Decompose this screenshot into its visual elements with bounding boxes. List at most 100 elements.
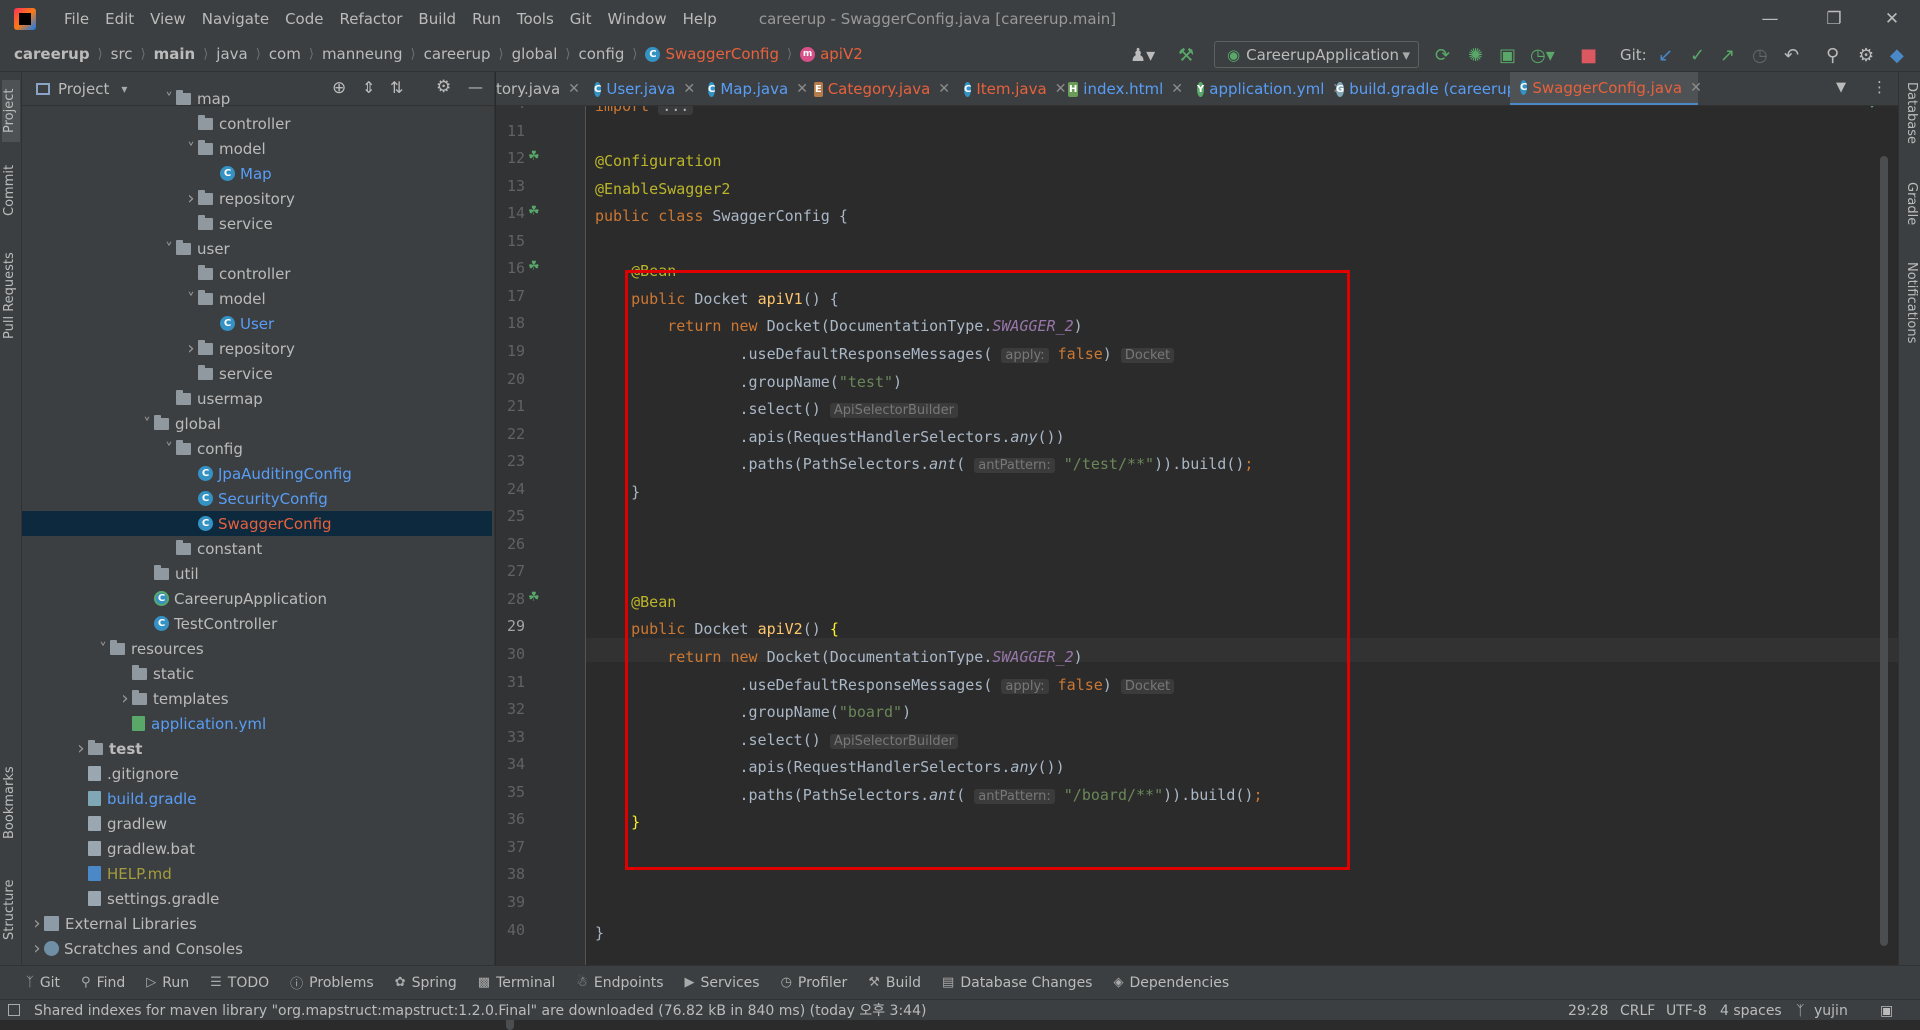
tree-item[interactable]: ˅ model (22, 286, 492, 311)
tree-item[interactable]: › Scratches and Consoles (22, 936, 492, 961)
tree-item[interactable]: ˅ global (22, 411, 492, 436)
bean-method-icon[interactable]: ☘ (528, 590, 540, 605)
breadcrumb-item[interactable]: com (269, 45, 301, 63)
breadcrumb-item[interactable]: manneung (322, 45, 403, 63)
commit-tool-tab[interactable]: Commit (2, 160, 20, 220)
chevron-down-icon[interactable]: ˅ (162, 90, 176, 108)
tree-item[interactable]: gradlew (22, 811, 492, 836)
coverage-icon[interactable]: ▣ (1499, 45, 1516, 66)
menu-file[interactable]: File (56, 10, 97, 28)
tree-item[interactable]: › repository (22, 186, 492, 211)
editor-tab[interactable]: C Map.java ✕ (698, 72, 808, 105)
close-icon[interactable]: ✕ (1864, 0, 1920, 37)
tree-item[interactable]: C SecurityConfig (22, 486, 492, 511)
chevron-right-icon[interactable]: › (30, 938, 44, 959)
tree-item[interactable]: › templates (22, 686, 492, 711)
editor-tab[interactable]: E Category.java ✕ (804, 72, 950, 105)
tree-item[interactable]: C JpaAuditingConfig (22, 461, 492, 486)
panel-toggle-icon[interactable] (8, 1004, 20, 1016)
tree-item[interactable]: C CareerupApplication (22, 586, 492, 611)
tree-item[interactable]: static (22, 661, 492, 686)
git-update-icon[interactable]: ↙ (1658, 45, 1673, 66)
rerun-icon[interactable]: ⟳ (1435, 45, 1450, 66)
chevron-down-icon[interactable]: ˅ (162, 440, 176, 458)
chevron-right-icon[interactable]: › (30, 913, 44, 934)
user-icon[interactable]: ♟▾ (1130, 45, 1155, 66)
find-tool[interactable]: ⚲ Find (81, 975, 125, 991)
tree-item[interactable]: › test (22, 736, 492, 761)
search-icon[interactable]: ⚲ (1826, 45, 1839, 66)
caret-position[interactable]: 29:28 (1568, 1000, 1608, 1021)
tree-item[interactable]: C User (22, 311, 492, 336)
menu-help[interactable]: Help (675, 10, 725, 28)
hammer-icon[interactable]: ⚒ (1178, 45, 1194, 66)
chevron-right-icon[interactable]: › (74, 738, 88, 759)
tree-item[interactable]: C Map (22, 161, 492, 186)
profiler-tool[interactable]: ◷ Profiler (781, 975, 848, 991)
endpoints-tool[interactable]: ☃ Endpoints (576, 975, 663, 991)
rollback-icon[interactable]: ↶ (1784, 45, 1799, 66)
breadcrumb-item[interactable]: src (111, 45, 133, 63)
tree-item[interactable]: ˅ config (22, 436, 492, 461)
tree-item[interactable]: controller (22, 261, 492, 286)
tab-close-icon[interactable]: ✕ (938, 81, 950, 97)
tab-close-icon[interactable]: ✕ (683, 81, 695, 97)
chevron-right-icon[interactable]: › (184, 338, 198, 359)
menu-edit[interactable]: Edit (97, 10, 142, 28)
git-branch[interactable]: yujin (1814, 1000, 1848, 1021)
tree-item[interactable]: gradlew.bat (22, 836, 492, 861)
menu-build[interactable]: Build (410, 10, 464, 28)
editor-tab[interactable]: Hindex.html ✕ (1058, 72, 1183, 105)
stop-icon[interactable]: ■ (1580, 45, 1597, 66)
menu-tools[interactable]: Tools (509, 10, 562, 28)
tree-item[interactable]: › External Libraries (22, 911, 492, 936)
git-push-icon[interactable]: ↗ (1720, 45, 1735, 66)
structure-tool-tab[interactable]: Structure (2, 867, 20, 952)
breadcrumb-item[interactable]: careerup (424, 45, 491, 63)
tree-item[interactable]: application.yml (22, 711, 492, 736)
menu-refactor[interactable]: Refactor (331, 10, 410, 28)
chevron-down-icon[interactable]: ▼ (1836, 80, 1846, 95)
minimize-icon[interactable]: — (1742, 0, 1798, 37)
editor-tab[interactable]: C Item.java ✕ (954, 72, 1066, 105)
inspection-ok-icon[interactable]: ✓ (1868, 106, 1881, 113)
build-tool[interactable]: ⚒ Build (868, 975, 921, 991)
chevron-right-icon[interactable]: › (118, 688, 132, 709)
chevron-down-icon[interactable]: ˅ (96, 640, 110, 658)
spring-tool[interactable]: ✿ Spring (395, 975, 457, 991)
tree-item[interactable]: ˅ resources (22, 636, 492, 661)
editor-tab[interactable]: C User.java ✕ (584, 72, 695, 105)
editor-scrollbar[interactable] (1880, 156, 1888, 946)
editor-tab[interactable]: Yapplication.yml✕ (1187, 72, 1344, 105)
tree-item[interactable]: C TestController (22, 611, 492, 636)
menu-navigate[interactable]: Navigate (194, 10, 277, 28)
menu-code[interactable]: Code (277, 10, 331, 28)
tree-item[interactable]: service (22, 211, 492, 236)
chevron-down-icon[interactable]: ˅ (184, 290, 198, 308)
menu-git[interactable]: Git (562, 10, 600, 28)
database-tool-tab[interactable]: Database (1901, 82, 1919, 162)
gear-icon[interactable]: ⚙ (1858, 45, 1874, 66)
editor-tab[interactable]: tory.java ✕ (496, 72, 580, 105)
profile-icon[interactable]: ◷▾ (1530, 45, 1555, 66)
spring-bean-icon[interactable]: ☘ (528, 204, 540, 219)
breadcrumb-item[interactable]: SwaggerConfig (665, 45, 779, 63)
line-separator[interactable]: CRLF (1620, 1000, 1655, 1021)
services-tool[interactable]: ▶ Services (685, 975, 760, 991)
indent-setting[interactable]: 4 spaces (1720, 1000, 1782, 1021)
project-tool-tab[interactable]: Project (2, 80, 20, 142)
bean-method-icon[interactable]: ☘ (528, 259, 540, 274)
breadcrumb-item[interactable]: config (578, 45, 624, 63)
tree-item[interactable]: controller (22, 111, 492, 136)
tab-close-icon[interactable]: ✕ (1171, 81, 1183, 97)
tab-close-icon[interactable]: ✕ (1690, 80, 1702, 96)
toolbox-icon[interactable]: ◆ (1890, 45, 1904, 66)
tree-item[interactable]: .gitignore (22, 761, 492, 786)
breadcrumb-item[interactable]: main (154, 45, 196, 63)
gradle-tool-tab[interactable]: Gradle (1901, 182, 1919, 242)
bookmarks-tool-tab[interactable]: Bookmarks (2, 760, 20, 845)
tree-item[interactable]: constant (22, 536, 492, 561)
tab-close-icon[interactable]: ✕ (568, 81, 580, 97)
spring-bean-icon[interactable]: ☘ (528, 149, 540, 164)
chevron-right-icon[interactable]: › (184, 188, 198, 209)
